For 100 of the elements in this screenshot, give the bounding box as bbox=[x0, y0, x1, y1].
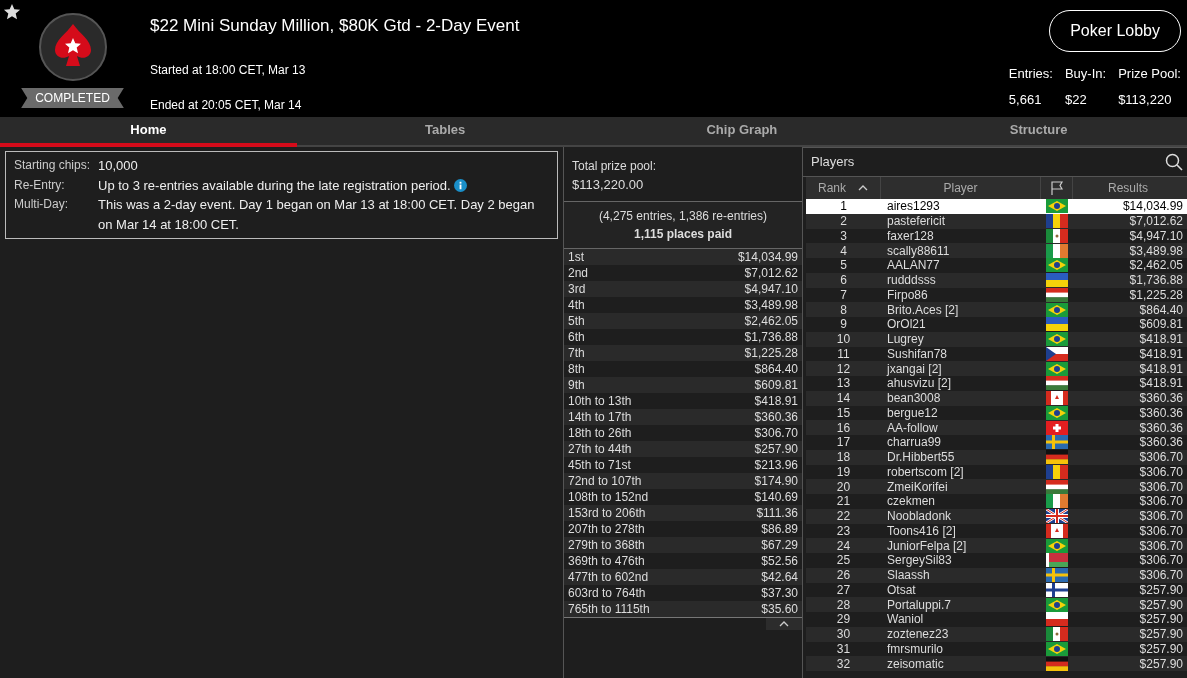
player-name: pastefericit bbox=[886, 213, 947, 231]
player-row[interactable]: 19 robertscom [2] $306.70 bbox=[806, 464, 1187, 480]
payout-amount: $3,489.98 bbox=[744, 296, 798, 313]
flag-icon bbox=[1046, 612, 1068, 627]
sort-caret-icon[interactable] bbox=[858, 185, 868, 191]
result: $2,462.05 bbox=[1128, 257, 1184, 275]
payout-place: 10th to 13th bbox=[568, 392, 632, 409]
flag-icon[interactable] bbox=[1048, 180, 1065, 196]
search-icon[interactable] bbox=[1165, 153, 1183, 171]
payout-place: 4th bbox=[568, 296, 585, 313]
payout-place: 27th to 44th bbox=[568, 440, 632, 457]
flag-icon bbox=[1046, 450, 1068, 465]
player-name: JuniorFelpa [2] bbox=[886, 538, 968, 555]
flag-icon bbox=[1046, 509, 1068, 524]
payout-place: 369th to 476th bbox=[568, 552, 645, 569]
stat-label: Entries: bbox=[1008, 65, 1053, 83]
player-name: zeisomatic bbox=[886, 655, 945, 673]
payout-amount: $174.90 bbox=[754, 472, 798, 489]
player-row[interactable]: 29 Waniol $257.90 bbox=[806, 612, 1187, 627]
star-icon[interactable] bbox=[3, 3, 21, 21]
rank: 1 bbox=[839, 198, 848, 216]
flag-icon bbox=[1046, 420, 1068, 435]
player-row[interactable]: 31 fmrsmurilo $257.90 bbox=[806, 641, 1187, 657]
player-row[interactable]: 21 czekmen $306.70 bbox=[806, 494, 1187, 509]
tab[interactable]: Tables bbox=[296, 117, 594, 147]
payout-place: 18th to 26th bbox=[568, 424, 632, 441]
player-row[interactable]: 10 Lugrey $418.91 bbox=[806, 331, 1187, 347]
player-name: scally88611 bbox=[886, 242, 951, 260]
payout-place: 765th to 1115th bbox=[568, 600, 650, 617]
result: $306.70 bbox=[1138, 537, 1184, 555]
payout-amount: $111.36 bbox=[756, 504, 798, 521]
payout-place: 8th bbox=[568, 360, 585, 377]
flag-icon bbox=[1046, 228, 1068, 243]
entries-summary: (4,275 entries, 1,386 re-entries) bbox=[597, 207, 769, 225]
status-ribbon: COMPLETED bbox=[21, 88, 124, 108]
places-paid: 1,115 places paid bbox=[632, 225, 734, 243]
payout-amount: $418.91 bbox=[754, 392, 798, 409]
prize-pool-label: Total prize pool: bbox=[572, 158, 658, 175]
player-row[interactable]: 14 bean3008 $360.36 bbox=[806, 390, 1187, 406]
payout-amount: $67.29 bbox=[761, 536, 798, 553]
player-row[interactable]: 5 AALAN77 $2,462.05 bbox=[806, 258, 1187, 273]
payout-place: 7th bbox=[568, 344, 585, 361]
player-row[interactable]: 8 Brito.Aces [2] $864.40 bbox=[806, 302, 1187, 317]
flag-icon bbox=[1046, 361, 1068, 376]
payout-place: 108th to 152nd bbox=[568, 488, 649, 505]
player-row[interactable]: 3 faxer128 $4,947.10 bbox=[806, 228, 1187, 244]
player-row[interactable]: 24 JuniorFelpa [2] $306.70 bbox=[806, 538, 1187, 553]
caret-icon bbox=[779, 620, 789, 627]
player-row[interactable]: 6 rudddsss $1,736.88 bbox=[806, 272, 1187, 288]
flag-icon bbox=[1046, 479, 1068, 494]
flag-icon bbox=[1046, 214, 1068, 229]
payout-amount: $609.81 bbox=[754, 376, 798, 393]
player-row[interactable]: 27 Otsat $257.90 bbox=[806, 582, 1187, 598]
player-row[interactable]: 16 AA-follow $360.36 bbox=[806, 420, 1187, 435]
tab[interactable]: Structure bbox=[890, 117, 1187, 147]
player-row[interactable]: 12 jxangai [2] $418.91 bbox=[806, 361, 1187, 376]
column-header[interactable]: Results bbox=[1073, 179, 1187, 197]
player-name: aires1293 bbox=[886, 198, 941, 216]
player-row[interactable]: 15 bergue12 $360.36 bbox=[806, 405, 1187, 421]
flag-icon bbox=[1046, 597, 1068, 612]
tab[interactable]: Home bbox=[0, 117, 297, 147]
flag-icon bbox=[1046, 258, 1068, 273]
result: $360.36 bbox=[1138, 419, 1184, 437]
player-row[interactable]: 4 scally88611 $3,489.98 bbox=[806, 243, 1187, 258]
player-row[interactable]: 22 Noobladonk $306.70 bbox=[806, 508, 1187, 524]
payout-amount: $35.60 bbox=[761, 600, 798, 617]
collapse-button[interactable] bbox=[766, 617, 802, 630]
player-row[interactable]: 18 Dr.Hibbert55 $306.70 bbox=[806, 449, 1187, 465]
info-icon[interactable] bbox=[453, 178, 467, 192]
player-row[interactable]: 23 Toons416 [2] $306.70 bbox=[806, 523, 1187, 539]
payout-amount: $14,034.99 bbox=[737, 248, 798, 265]
flag-icon bbox=[1046, 346, 1068, 361]
player-row[interactable]: 30 zoztenez23 $257.90 bbox=[806, 626, 1187, 642]
player-row[interactable]: 9 OrOl21 $609.81 bbox=[806, 317, 1187, 332]
flag-icon bbox=[1046, 568, 1068, 583]
rank: 21 bbox=[835, 493, 852, 511]
payout-amount: $2,462.05 bbox=[744, 312, 798, 329]
player-row[interactable]: 13 ahusvizu [2] $418.91 bbox=[806, 376, 1187, 391]
rank: 9 bbox=[839, 316, 848, 334]
player-row[interactable]: 20 ZmeiKorifei $306.70 bbox=[806, 479, 1187, 494]
tab[interactable]: Chip Graph bbox=[593, 117, 891, 147]
player-row[interactable]: 26 Slaassh $306.70 bbox=[806, 567, 1187, 583]
player-row[interactable]: 1 aires1293 $14,034.99 bbox=[806, 199, 1187, 214]
player-row[interactable]: 25 SergeySil83 $306.70 bbox=[806, 553, 1187, 568]
rank: 16 bbox=[835, 419, 852, 437]
player-name: Waniol bbox=[886, 612, 925, 629]
player-row[interactable]: 17 charrua99 $360.36 bbox=[806, 435, 1187, 450]
player-row[interactable]: 11 Sushifan78 $418.91 bbox=[806, 346, 1187, 362]
poker-lobby-button[interactable]: Poker Lobby bbox=[1049, 10, 1181, 52]
player-name: ZmeiKorifei bbox=[886, 478, 949, 496]
payout-place: 2nd bbox=[568, 264, 589, 281]
player-row[interactable]: 28 Portaluppi.7 $257.90 bbox=[806, 597, 1187, 612]
stat-label: Prize Pool: bbox=[1118, 65, 1181, 83]
player-row[interactable]: 32 zeisomatic $257.90 bbox=[806, 656, 1187, 671]
stat-value: 5,661 bbox=[1008, 90, 1043, 109]
player-row[interactable]: 7 Firpo86 $1,225.28 bbox=[806, 287, 1187, 303]
stat-value: $113,220 bbox=[1118, 90, 1173, 109]
flag-icon bbox=[1046, 376, 1068, 391]
flag-icon bbox=[1046, 435, 1068, 450]
result: $14,034.99 bbox=[1121, 198, 1184, 216]
